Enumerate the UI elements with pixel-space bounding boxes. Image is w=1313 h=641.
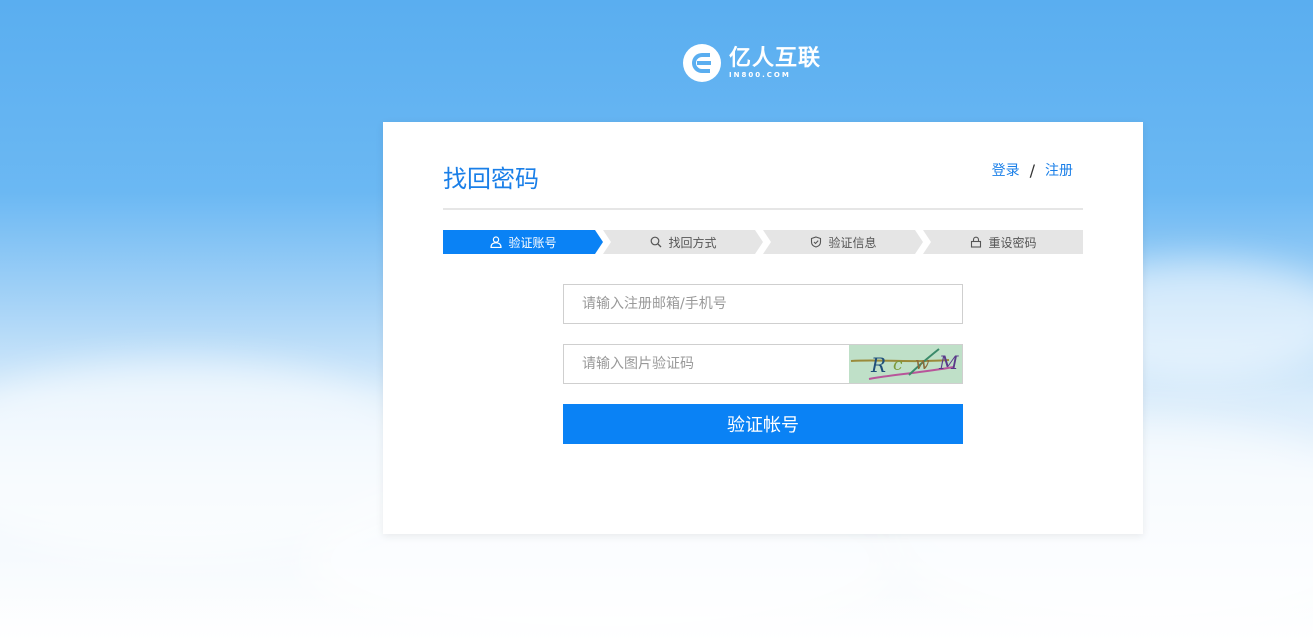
lock-icon xyxy=(969,236,982,249)
title-divider xyxy=(443,208,1083,210)
account-input[interactable] xyxy=(564,285,962,323)
progress-steps: 验证账号 找回方式 验证信息 重设密码 xyxy=(443,230,1083,254)
account-field xyxy=(563,284,963,324)
page-background: 亿人互联 IN800.COM 找回密码 登录 / 注册 验证账号 找回方式 验证… xyxy=(0,0,1313,641)
user-icon xyxy=(489,236,502,249)
captcha-char: M xyxy=(939,352,959,374)
step-reset-password: 重设密码 xyxy=(923,230,1083,254)
brand-logo[interactable]: 亿人互联 IN800.COM xyxy=(683,42,821,84)
verify-account-button[interactable]: 验证帐号 xyxy=(563,404,963,444)
logo-icon xyxy=(683,44,721,82)
logo-name-en: IN800.COM xyxy=(729,70,791,79)
captcha-input[interactable] xyxy=(564,345,850,383)
step-label: 验证账号 xyxy=(508,235,557,250)
recover-password-card: 找回密码 登录 / 注册 验证账号 找回方式 验证信息 重设密码 请输入注册邮箱… xyxy=(383,122,1143,534)
captcha-char: R xyxy=(871,353,887,377)
captcha-field: R c w M xyxy=(563,344,963,384)
login-link[interactable]: 登录 xyxy=(992,160,1020,180)
step-verify-info: 验证信息 xyxy=(763,230,923,254)
captcha-char: c xyxy=(893,355,903,375)
auth-links: 登录 / 注册 xyxy=(992,160,1073,180)
captcha-image[interactable]: R c w M xyxy=(849,345,962,383)
captcha-char: w xyxy=(915,354,930,374)
link-separator: / xyxy=(1029,160,1035,180)
search-icon xyxy=(649,236,662,249)
page-title: 找回密码 xyxy=(443,165,539,193)
step-verify-account: 验证账号 xyxy=(443,230,603,254)
step-label: 验证信息 xyxy=(828,235,877,250)
register-link[interactable]: 注册 xyxy=(1045,160,1073,180)
step-label: 重设密码 xyxy=(988,235,1037,250)
shield-icon xyxy=(809,236,822,249)
logo-name-cn: 亿人互联 xyxy=(729,45,822,71)
logo-text: 亿人互联 IN800.COM xyxy=(729,45,822,79)
step-recovery-method: 找回方式 xyxy=(603,230,763,254)
step-label: 找回方式 xyxy=(668,235,717,250)
